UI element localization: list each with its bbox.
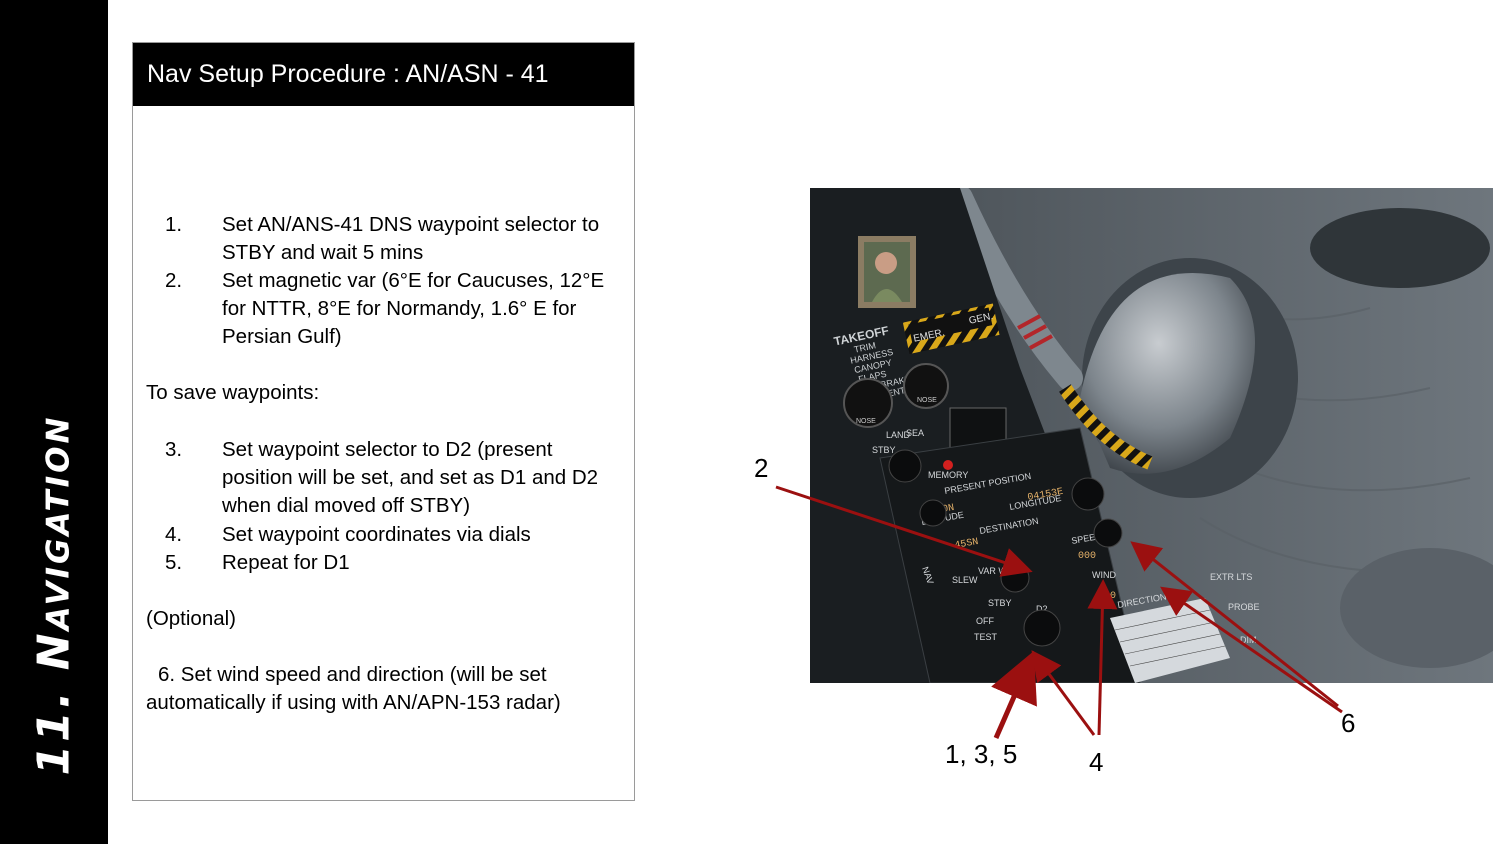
- arrow-4b: [1087, 579, 1118, 736]
- arrow-2: [775, 485, 1033, 577]
- callout-arrows: [775, 485, 1343, 739]
- arrow-1-3-5: [991, 650, 1037, 739]
- arrow-6a: [1130, 541, 1339, 708]
- arrow-6b: [1160, 586, 1343, 714]
- arrow-4a: [1031, 650, 1096, 736]
